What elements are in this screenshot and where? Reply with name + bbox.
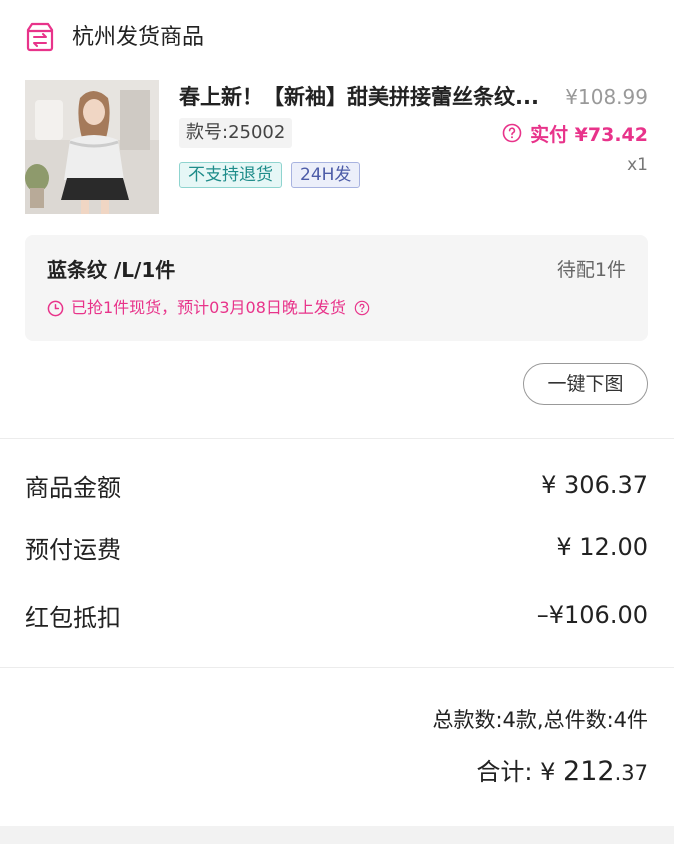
total-label: 合计:	[476, 758, 533, 786]
product-photo-illustration	[25, 80, 159, 214]
paid-label: 实付 ¥73.42	[530, 123, 648, 146]
question-circle-icon[interactable]	[354, 300, 370, 316]
download-images-button[interactable]: 一键下图	[523, 363, 648, 405]
store-header: 杭州发货商品	[0, 0, 674, 76]
product-thumbnail[interactable]	[25, 80, 159, 214]
sku-tag: 款号:25002	[179, 118, 293, 148]
clock-icon	[47, 300, 64, 316]
shipping-notice-text: 已抢1件现货，预计03月08日晚上发货	[71, 298, 346, 317]
total-decimal: .37	[614, 761, 648, 785]
summary-label: 商品金额	[25, 473, 121, 502]
footer-strip	[0, 826, 674, 844]
paid-amount[interactable]: 实付 ¥73.42	[502, 118, 648, 148]
summary-row-shipping: 预付运费 ¥ 12.00	[25, 527, 648, 567]
badge-group: 不支持退货 24H发	[179, 162, 361, 188]
total-currency: ¥	[540, 758, 556, 786]
grand-total: 合计: ¥ 212.37	[476, 752, 648, 793]
store-transfer-icon	[26, 22, 54, 52]
summary-value: –¥106.00	[536, 601, 648, 629]
quantity: x1	[627, 155, 648, 175]
question-circle-icon[interactable]	[502, 123, 522, 143]
variant-status: 待配1件	[556, 259, 626, 281]
product-title[interactable]: 春上新！【新袖】甜美拼接蕾丝条纹...	[179, 80, 559, 114]
totals-count: 总款数:4款,总件数:4件	[432, 708, 648, 732]
no-return-badge: 不支持退货	[179, 162, 282, 188]
divider	[0, 438, 674, 439]
shipping-notice: 已抢1件现货，预计03月08日晚上发货	[47, 295, 370, 321]
summary-row-goods: 商品金额 ¥ 306.37	[25, 465, 648, 505]
store-title: 杭州发货商品	[72, 25, 205, 50]
divider	[0, 667, 674, 668]
total-integer: 212	[563, 756, 615, 787]
product-card[interactable]: 春上新！【新袖】甜美拼接蕾丝条纹... ¥108.99 款号:25002 实付 …	[0, 76, 674, 226]
summary-value: ¥ 306.37	[541, 471, 648, 499]
summary-label: 预付运费	[25, 535, 121, 564]
summary-label: 红包抵扣	[25, 603, 121, 632]
original-price: ¥108.99	[565, 85, 648, 109]
ship-24h-badge: 24H发	[291, 162, 361, 188]
summary-value: ¥ 12.00	[556, 533, 648, 561]
summary-row-discount: 红包抵扣 –¥106.00	[25, 595, 648, 635]
variant-label: 蓝条纹 /L/1件	[47, 258, 176, 282]
variant-box: 蓝条纹 /L/1件 待配1件 已抢1件现货，预计03月08日晚上发货	[25, 235, 648, 341]
